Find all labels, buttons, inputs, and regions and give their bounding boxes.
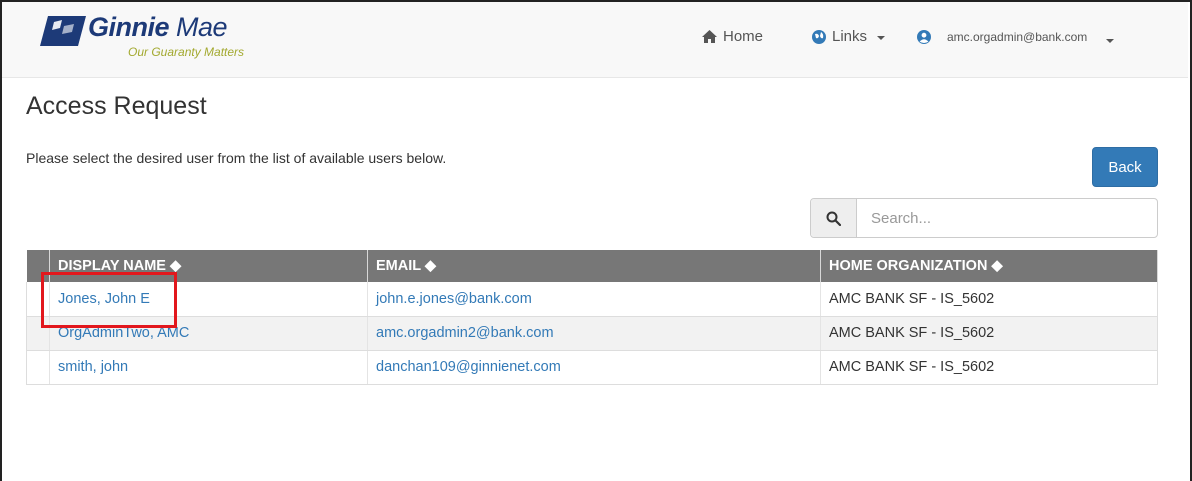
search-box	[810, 198, 1158, 238]
user-email-link[interactable]: john.e.jones@bank.com	[376, 291, 532, 307]
table-row[interactable]: OrgAdminTwo, AMC amc.orgadmin2@bank.com …	[26, 316, 1158, 351]
cell-email: danchan109@ginnienet.com	[367, 350, 821, 385]
logo-text-ginnie: Ginnie	[88, 12, 170, 42]
ginnie-mae-logo-icon	[40, 16, 86, 46]
search-addon	[811, 199, 857, 237]
table-header-row: DISPLAY NAME ◆ EMAIL ◆ HOME ORGANIZATION…	[26, 250, 1158, 282]
search-input[interactable]	[857, 199, 1157, 237]
back-button[interactable]: Back	[1092, 147, 1158, 187]
nav-user-email: amc.orgadmin@bank.com	[947, 30, 1088, 44]
home-icon	[702, 30, 717, 43]
cell-email: john.e.jones@bank.com	[367, 282, 821, 317]
chevron-down-icon	[877, 35, 886, 40]
intro-text: Please select the desired user from the …	[26, 150, 447, 166]
ginnie-mae-logo[interactable]: Ginnie Mae Our Guaranty Matters	[40, 10, 290, 60]
nav-links-dropdown[interactable]: Links	[812, 28, 886, 45]
user-circle-icon	[917, 30, 931, 44]
users-table: DISPLAY NAME ◆ EMAIL ◆ HOME ORGANIZATION…	[26, 250, 1158, 385]
user-chevron-down-icon[interactable]	[1106, 39, 1114, 43]
row-gutter	[26, 350, 50, 385]
globe-icon	[812, 29, 826, 44]
top-navbar: Ginnie Mae Our Guaranty Matters Home Lin…	[2, 2, 1188, 78]
nav-home-label: Home	[723, 28, 764, 45]
page-title: Access Request	[26, 92, 207, 120]
cell-email: amc.orgadmin2@bank.com	[367, 316, 821, 351]
user-email-link[interactable]: danchan109@ginnienet.com	[376, 359, 561, 375]
logo-text-mae: Mae	[176, 12, 228, 42]
cell-home-organization: AMC BANK SF - IS_5602	[820, 316, 1158, 351]
cell-home-organization: AMC BANK SF - IS_5602	[820, 282, 1158, 317]
cell-display-name: smith, john	[49, 350, 368, 385]
nav-user-menu[interactable]: amc.orgadmin@bank.com	[917, 30, 1087, 44]
header-email[interactable]: EMAIL ◆	[367, 250, 821, 282]
table-row[interactable]: smith, john danchan109@ginnienet.com AMC…	[26, 350, 1158, 385]
logo-tagline: Our Guaranty Matters	[128, 45, 245, 59]
highlight-annotation-box	[41, 272, 177, 328]
cell-home-organization: AMC BANK SF - IS_5602	[820, 350, 1158, 385]
user-email-link[interactable]: amc.orgadmin2@bank.com	[376, 325, 554, 341]
table-row[interactable]: Jones, John E john.e.jones@bank.com AMC …	[26, 282, 1158, 317]
nav-home-link[interactable]: Home	[702, 28, 763, 45]
header-home-organization[interactable]: HOME ORGANIZATION ◆	[820, 250, 1158, 282]
nav-links-label: Links	[832, 28, 868, 45]
user-name-link[interactable]: smith, john	[58, 359, 128, 375]
search-icon	[826, 211, 841, 226]
